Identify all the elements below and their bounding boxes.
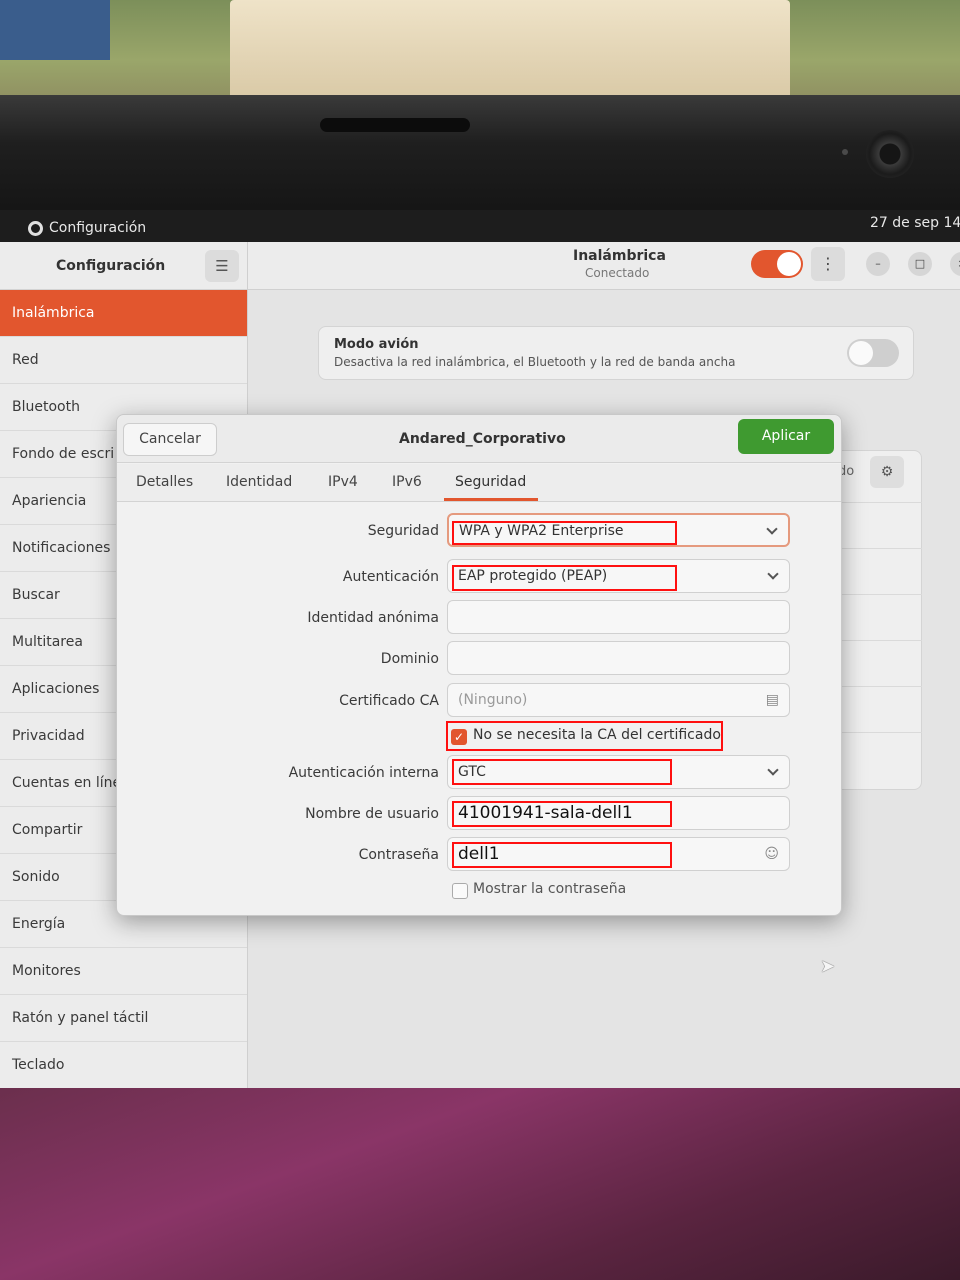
anon-identity-input[interactable] <box>447 600 790 634</box>
toggle-knob <box>849 341 873 365</box>
highlight-box <box>452 759 672 785</box>
minimize-icon[interactable]: – <box>866 252 890 276</box>
camera-light <box>842 149 848 155</box>
app-name: Configuración <box>49 220 147 236</box>
chevron-down-icon <box>767 568 779 580</box>
chevron-down-icon <box>766 523 778 535</box>
sidebar-title: Configuración <box>56 258 166 274</box>
sidebar-item-inalambrica[interactable]: Inalámbrica <box>0 290 247 337</box>
connection-status: Conectado <box>585 266 650 280</box>
tab-ipv6[interactable]: IPv6 <box>392 474 422 490</box>
domain-label: Dominio <box>380 651 439 667</box>
tab-seguridad[interactable]: Seguridad <box>455 474 526 490</box>
hamburger-icon[interactable]: ☰ <box>205 250 239 282</box>
background-object <box>230 0 790 100</box>
airplane-mode-toggle[interactable] <box>847 339 899 367</box>
password-label: Contraseña <box>358 847 439 863</box>
highlight-box <box>452 565 677 591</box>
highlight-box <box>452 521 677 545</box>
active-tab-indicator <box>444 498 538 501</box>
background-object <box>0 0 110 60</box>
apply-button[interactable]: Aplicar <box>738 419 834 454</box>
gear-icon <box>28 220 43 236</box>
sidebar-header: Configuración ☰ <box>0 242 247 290</box>
wifi-security-dialog: Cancelar Andared_Corporativo Aplicar Det… <box>116 414 842 916</box>
cancel-button[interactable]: Cancelar <box>123 423 217 456</box>
inner-auth-label: Autenticación interna <box>288 765 439 781</box>
highlight-box <box>452 801 672 827</box>
tab-ipv4[interactable]: IPv4 <box>328 474 358 490</box>
sidebar-item-monitores[interactable]: Monitores <box>0 948 247 995</box>
main-header: Inalámbrica Conectado ⋮ – □ × <box>248 242 960 290</box>
wifi-toggle[interactable] <box>751 250 803 278</box>
file-chooser-icon[interactable]: ▤ <box>766 692 779 708</box>
desk-surface <box>0 1088 960 1280</box>
domain-input[interactable] <box>447 641 790 675</box>
airplane-mode-title: Modo avión <box>334 337 419 352</box>
username-label: Nombre de usuario <box>305 806 439 822</box>
toggle-knob <box>777 252 801 276</box>
chevron-down-icon <box>767 764 779 776</box>
more-options-icon[interactable]: ⋮ <box>811 247 845 281</box>
close-icon[interactable]: × <box>950 252 960 276</box>
airplane-mode-description: Desactiva la red inalámbrica, el Bluetoo… <box>334 355 736 369</box>
ca-cert-value: (Ninguno) <box>458 692 528 708</box>
highlight-box <box>446 721 723 751</box>
app-menu[interactable]: Configuración <box>28 220 146 236</box>
top-panel: Configuración 27 de sep 14 <box>0 210 960 242</box>
ca-cert-chooser[interactable]: (Ninguno) ▤ <box>447 683 790 717</box>
clock[interactable]: 27 de sep 14 <box>870 215 960 231</box>
show-password-label: Mostrar la contraseña <box>473 881 627 897</box>
sidebar-item-teclado[interactable]: Teclado <box>0 1042 247 1089</box>
bezel-slot <box>320 118 470 132</box>
anon-identity-label: Identidad anónima <box>307 610 439 626</box>
mouse-pointer-icon: ➤ <box>820 956 836 977</box>
show-password-checkbox[interactable] <box>452 883 468 899</box>
user-icon[interactable]: ☺ <box>764 846 779 862</box>
airplane-mode-card: Modo avión Desactiva la red inalámbrica,… <box>318 326 914 380</box>
network-settings-icon[interactable]: ⚙ <box>870 456 904 488</box>
tab-identidad[interactable]: Identidad <box>226 474 292 490</box>
tab-detalles[interactable]: Detalles <box>136 474 193 490</box>
maximize-icon[interactable]: □ <box>908 252 932 276</box>
sidebar-item-red[interactable]: Red <box>0 337 247 384</box>
webcam <box>866 130 914 178</box>
page-title: Inalámbrica <box>573 248 666 264</box>
dialog-header: Cancelar Andared_Corporativo Aplicar <box>117 415 841 463</box>
sidebar-item-raton[interactable]: Ratón y panel táctil <box>0 995 247 1042</box>
ca-cert-label: Certificado CA <box>339 693 439 709</box>
dialog-title: Andared_Corporativo <box>399 431 566 447</box>
security-label: Seguridad <box>367 523 439 539</box>
background-wall <box>0 0 960 110</box>
auth-label: Autenticación <box>342 569 439 585</box>
laptop-bezel <box>0 95 960 215</box>
highlight-box <box>452 842 672 868</box>
dialog-tabs: Detalles Identidad IPv4 IPv6 Seguridad <box>117 464 841 502</box>
